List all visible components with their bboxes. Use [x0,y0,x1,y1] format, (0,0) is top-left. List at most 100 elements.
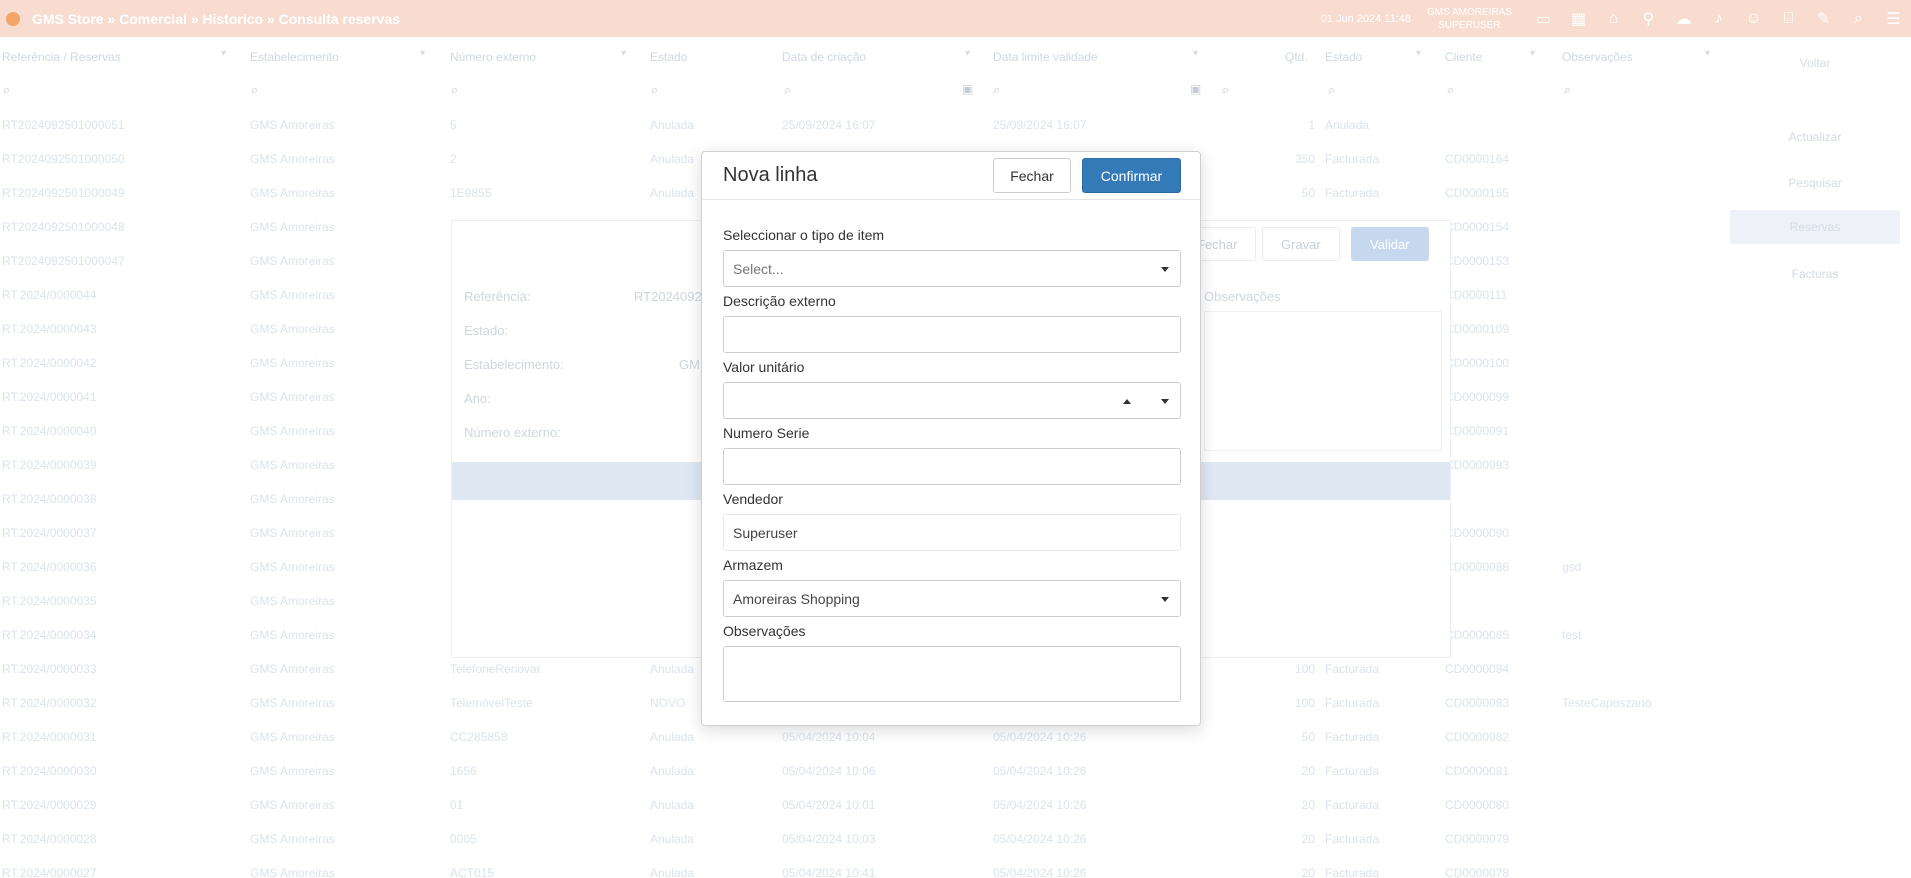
table-cell: CD0000091 [1445,424,1510,438]
table-cell: CD0000100 [1445,356,1510,370]
grid-icon[interactable]: ▦ [1561,0,1596,37]
chat-icon[interactable]: ☁ [1666,0,1701,37]
sort-icon[interactable]: ▾ [621,48,626,59]
table-cell: 05/04/2024 10:26 [993,798,1087,812]
column-header[interactable]: Estado [650,50,687,64]
bank-icon[interactable]: ⌸ [1771,0,1806,37]
user-icon[interactable]: ☺ [1736,0,1771,37]
table-cell: 25/09/2024 16:07 [993,118,1087,132]
table-cell: 20 [1301,866,1315,878]
menu-icon[interactable]: ☰ [1876,0,1911,37]
column-header[interactable]: Observações [1562,50,1633,64]
column-header[interactable]: Data de criação [782,50,866,64]
table-cell: RT2024092501000048 [2,220,125,234]
table-cell: RT2024092501000050 [2,152,125,166]
field-label: Ano: [464,391,491,406]
table-cell: 50 [1301,186,1315,200]
column-header[interactable]: Número externo [450,50,536,64]
sort-icon[interactable]: ▾ [420,48,425,59]
column-header[interactable]: Estabelecimento [250,50,339,64]
table-cell: TelemóvelTeste [450,696,533,710]
search-icon[interactable]: ⌕ [1841,0,1876,37]
chevron-up-icon[interactable] [1123,399,1131,404]
description-input[interactable] [723,316,1181,353]
column-header[interactable]: Data limite validade [993,50,1098,64]
panel-save-button[interactable]: Gravar [1262,227,1340,261]
sort-icon[interactable]: ▾ [1705,48,1710,59]
table-cell: GMS Amoreiras [250,152,335,166]
table-cell: CD0000083 [1445,696,1510,710]
search-icon[interactable]: ⌕ [1564,82,1571,98]
sidebar-item-back[interactable]: Voltar [1730,56,1900,70]
table-cell: GMS Amoreiras [250,356,335,370]
unit-price-select[interactable] [723,382,1181,419]
table-row[interactable]: RT.2024/0000027 GMS Amoreiras ACT015 Anulad… [0,856,1720,878]
search-icon[interactable]: ⌕ [251,82,258,98]
column-header[interactable]: Qtd. [1285,50,1308,64]
column-header[interactable]: Referência / Reservas [2,50,121,64]
column-header[interactable]: Cliente [1445,50,1482,64]
user-info[interactable]: GMS AMOREIRAS SUPERUSER [1427,6,1512,32]
notes-textarea[interactable] [723,646,1181,702]
chevron-down-icon[interactable] [1161,597,1169,602]
table-cell: 20 [1301,764,1315,778]
search-icon[interactable]: ⌕ [651,82,658,98]
search-icon[interactable]: ⌕ [784,82,791,98]
sort-icon[interactable]: ▾ [221,48,226,59]
panel-validate-button[interactable]: Validar [1351,227,1429,261]
table-cell: Anulada [650,730,695,744]
table-cell: CD0000111 [1445,288,1508,302]
table-cell: RT.2024/0000034 [2,628,97,642]
table-cell: CD0000082 [1445,730,1510,744]
table-row[interactable]: RT.2024/0000030 GMS Amoreiras 1656 Anulada 0… [0,754,1720,788]
close-button[interactable]: Fechar [993,158,1071,193]
item-type-select[interactable]: Select... [723,250,1181,287]
serial-number-input[interactable] [723,448,1181,485]
search-icon[interactable]: ⌕ [3,82,10,98]
monitor-icon[interactable]: ▭ [1526,0,1561,37]
search-icon[interactable]: ⌕ [993,82,1000,98]
confirm-button[interactable]: Confirmar [1082,158,1181,193]
table-cell: CD0000164 [1445,152,1510,166]
field-value: GM [679,357,700,372]
table-cell: CD0000088 [1445,560,1510,574]
table-cell: ACT015 [450,866,495,878]
unit-price-label: Valor unitário [723,359,805,375]
pin-icon[interactable]: ⚲ [1631,0,1666,37]
warehouse-select[interactable]: Amoreiras Shopping [723,580,1181,617]
sort-icon[interactable]: ▾ [965,48,970,59]
table-row[interactable]: RT.2024/0000029 GMS Amoreiras 01 Anulada 05/… [0,788,1720,822]
chevron-down-icon[interactable] [1161,399,1169,404]
bell-icon[interactable]: ♪ [1701,0,1736,37]
table-cell: 100 [1294,662,1315,676]
serial-number-label: Numero Serie [723,425,810,441]
notes-box[interactable] [1204,311,1442,451]
table-cell: CD0000153 [1445,254,1510,268]
column-header[interactable]: Estado [1325,50,1362,64]
table-cell: TelefoneRenovar [450,662,541,676]
table-cell: RT.2024/0000039 [2,458,97,472]
table-row[interactable]: RT2024092501000051 GMS Amoreiras 5 Anulada 2… [0,108,1720,142]
sidebar-item-refresh[interactable]: Actualizar [1730,130,1900,144]
search-icon[interactable]: ⌕ [1328,82,1335,98]
sidebar-item-invoices[interactable]: Facturas [1730,267,1900,281]
user-name: GMS AMOREIRAS [1426,6,1512,18]
table-row[interactable]: RT.2024/0000028 GMS Amoreiras 0005 Anulada 0… [0,822,1720,856]
table-cell: RT.2024/0000033 [2,662,97,676]
chevron-down-icon[interactable] [1161,267,1169,272]
calendar-icon[interactable]: ▣ [1190,82,1201,96]
sort-icon[interactable]: ▾ [1530,48,1535,59]
search-icon[interactable]: ⌕ [451,82,458,98]
search-icon[interactable]: ⌕ [1222,82,1229,98]
sidebar-item-reservations[interactable]: Reservas [1730,210,1900,244]
sort-icon[interactable]: ▾ [1193,48,1198,59]
table-cell: Facturada [1325,662,1380,676]
search-icon[interactable]: ⌕ [1447,82,1454,98]
home-icon[interactable]: ⌂ [1596,0,1631,37]
edit-icon[interactable]: ✎ [1806,0,1841,37]
calendar-icon[interactable]: ▣ [962,82,973,96]
sort-icon[interactable]: ▾ [1416,48,1421,59]
sidebar-item-search[interactable]: Pesquisar [1730,176,1900,190]
table-cell: RT.2024/0000035 [2,594,97,608]
table-cell: Facturada [1325,866,1380,878]
